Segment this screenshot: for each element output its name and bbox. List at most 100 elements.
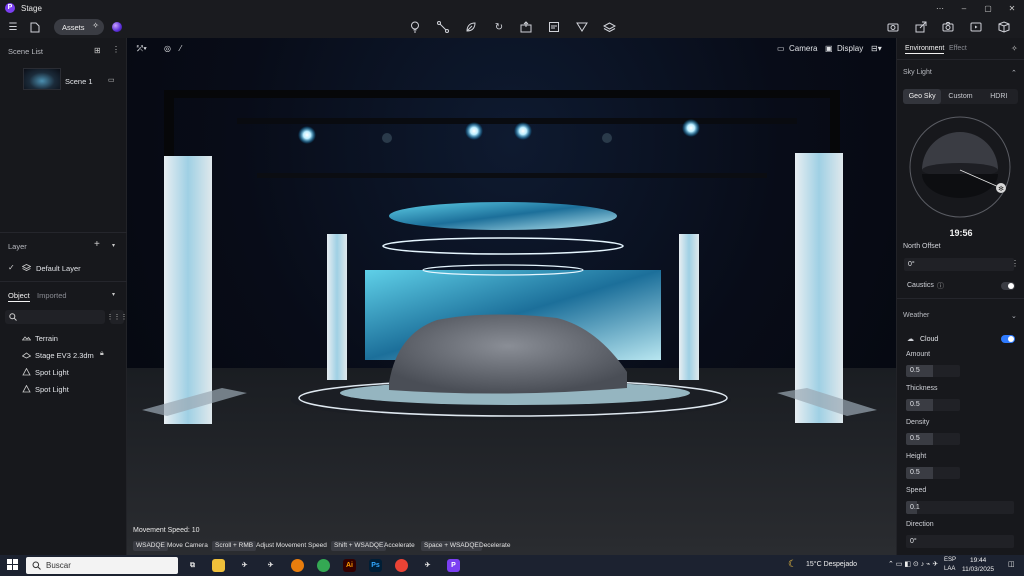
scene-item-name[interactable]: Scene 1 (65, 77, 93, 86)
3d-viewport[interactable]: ⤱▾ ◎ ⁄ ▭ Camera ▣ Display ⊟▾ (127, 38, 896, 555)
model-icon (21, 351, 32, 361)
cloud-toggle[interactable] (1001, 335, 1015, 343)
direction-slider[interactable]: 0° (906, 535, 1014, 548)
sky-mode-geo[interactable]: Geo Sky (903, 89, 942, 104)
filter-icon[interactable]: ▾ (112, 291, 115, 298)
photo-icon[interactable] (941, 20, 955, 34)
weather-icon: ☾ (788, 559, 797, 570)
check-icon[interactable]: ✓ (8, 263, 15, 272)
transform-gizmo-icon[interactable]: ⤱▾ (137, 44, 147, 54)
sky-mode-custom[interactable]: Custom (941, 89, 979, 104)
app-logo-icon: P (5, 3, 15, 13)
more-vertical-icon[interactable]: ⋮ (112, 45, 120, 54)
clock-time[interactable]: 19:44 (970, 557, 986, 564)
lock-icon[interactable]: 🔒︎ (100, 350, 104, 358)
layers-small-icon (21, 263, 32, 274)
more-options-icon[interactable]: ⋯ (928, 0, 952, 16)
tab-imported-label[interactable]: Imported (37, 291, 67, 300)
density-slider[interactable]: 0.5 (906, 433, 960, 445)
stamp-icon[interactable] (547, 20, 561, 34)
caustics-toggle[interactable] (1001, 282, 1015, 290)
direction-label: Direction (906, 521, 934, 528)
amount-slider[interactable]: 0.5 (906, 365, 960, 377)
layers-icon[interactable] (602, 20, 616, 34)
add-layer-icon[interactable]: + (94, 239, 100, 250)
tray-icons[interactable]: ⌃ ▭ ◧ ⊙ ♪ ⌁ ✈ (888, 560, 938, 568)
hint-key: Space + WSADQE (421, 541, 482, 551)
leaf-icon[interactable] (464, 20, 478, 34)
search-icon (32, 561, 41, 570)
camera-label[interactable]: Camera (789, 44, 817, 53)
list-item[interactable]: Spot Light (0, 365, 127, 379)
language-top[interactable]: ESP (944, 557, 956, 563)
close-button[interactable]: ✕ (1000, 0, 1024, 16)
task-view-icon[interactable]: ⧉ (186, 559, 199, 572)
notification-icon[interactable]: ◫ (1008, 560, 1015, 568)
paint-icon[interactable] (575, 20, 589, 34)
stage-app-icon[interactable]: P (447, 559, 460, 572)
tab-object-label[interactable]: Object (8, 291, 30, 302)
cube-icon[interactable] (997, 20, 1011, 34)
video-icon[interactable] (969, 20, 983, 34)
speed-slider[interactable]: 0.1 (906, 501, 1014, 514)
collapse-icon[interactable]: ⌄ (1011, 312, 1017, 320)
share-icon[interactable] (914, 20, 928, 34)
light-bulb-icon[interactable] (408, 20, 422, 34)
camera-icon[interactable]: ▭ (777, 44, 785, 53)
layer-item-name[interactable]: Default Layer (36, 264, 81, 273)
thickness-slider[interactable]: 0.5 (906, 399, 960, 411)
list-item[interactable]: Stage EV3 2.3dm 🔒︎ (0, 348, 127, 362)
ai-orb-icon[interactable] (112, 22, 122, 32)
sparkle-icon[interactable]: ✧ (1011, 44, 1018, 53)
view-options-icon[interactable]: ⊟▾ (871, 44, 882, 53)
maximize-button[interactable]: ▢ (976, 0, 1000, 16)
camera-icon[interactable]: ▭ (108, 76, 115, 84)
app-icon[interactable]: ✈ (264, 559, 277, 572)
taskbar-search-input[interactable]: Buscar (26, 557, 178, 574)
menu-icon[interactable]: ☰ (6, 20, 20, 34)
display-icon[interactable]: ▣ (825, 44, 833, 53)
app-icon[interactable]: ✈ (238, 559, 251, 572)
brush-icon[interactable]: ⁄ (180, 44, 181, 53)
object-search-input[interactable] (5, 310, 105, 324)
scene-thumbnail[interactable] (23, 68, 61, 90)
tab-object: Object (8, 291, 30, 302)
height-slider[interactable]: 0.5 (906, 467, 960, 479)
help-icon[interactable]: ⓘ (937, 281, 944, 291)
refresh-icon[interactable]: ↻ (492, 20, 506, 34)
assets-button[interactable]: Assets ✧ (54, 19, 104, 35)
grid-view-button[interactable]: ⋮⋮⋮ (107, 310, 128, 324)
file-explorer-icon[interactable] (212, 559, 225, 572)
tab-effect[interactable]: Effect (949, 45, 967, 52)
export-icon[interactable] (519, 20, 533, 34)
globe-icon[interactable]: ◎ (164, 44, 171, 53)
filter-icon[interactable]: ▾ (112, 242, 115, 249)
height-label: Height (906, 453, 927, 460)
minimize-button[interactable]: – (952, 0, 976, 16)
chrome-icon[interactable] (317, 559, 330, 572)
list-item[interactable]: Terrain (0, 331, 127, 345)
display-label[interactable]: Display (837, 44, 863, 53)
tab-environment[interactable]: Environment (905, 45, 945, 54)
weather-text[interactable]: 15°C Despejado (806, 561, 857, 568)
list-item[interactable]: Spot Light (0, 382, 127, 396)
os-taskbar: Buscar ⧉ ✈ ✈ Ai Ps ✈ P ☾ 15°C Despejado … (0, 555, 1024, 576)
start-icon[interactable] (7, 559, 18, 572)
camera-rig-icon[interactable] (886, 20, 900, 34)
sun-position-dial[interactable]: ✻ (907, 114, 1013, 220)
clock-date[interactable]: 11/03/2025 (962, 566, 994, 573)
collapse-icon[interactable]: ⌃ (1011, 69, 1017, 77)
language-bottom[interactable]: LAA (944, 566, 955, 572)
path-icon[interactable] (436, 20, 450, 34)
chrome-icon[interactable] (395, 559, 408, 572)
photoshop-icon[interactable]: Ps (369, 559, 382, 572)
object-item-name: Terrain (35, 334, 58, 343)
add-scene-icon[interactable]: ⊞ (94, 46, 101, 55)
illustrator-icon[interactable]: Ai (343, 559, 356, 572)
new-file-icon[interactable] (28, 20, 42, 34)
north-offset-field[interactable]: 0° (904, 258, 1014, 271)
sky-mode-hdri[interactable]: HDRI (980, 89, 1018, 104)
app-icon[interactable]: ✈ (421, 559, 434, 572)
blender-icon[interactable] (291, 559, 304, 572)
object-item-name: Stage EV3 2.3dm (35, 351, 94, 360)
